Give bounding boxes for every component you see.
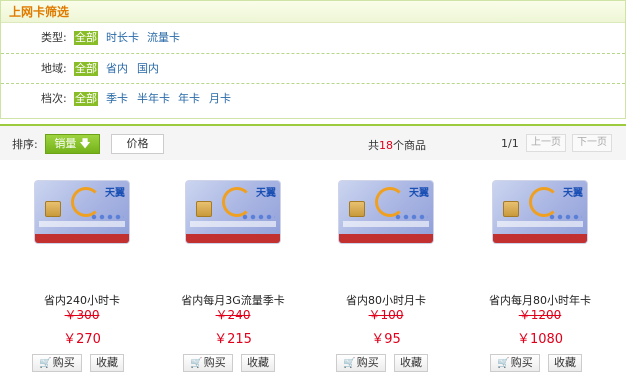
card-dots — [394, 213, 428, 221]
card-band — [497, 221, 583, 227]
card-band — [343, 221, 429, 227]
total-count: 共18个商品 — [368, 137, 426, 153]
product-item: 天翼 省内80小时月卡 ￥100 ￥95 🛒购买 收藏 — [330, 180, 470, 380]
favorite-button[interactable]: 收藏 — [394, 354, 428, 372]
arrow-down-icon: 🡇 — [79, 137, 91, 150]
filter-label-region: 地域: — [41, 62, 67, 75]
product-original-price: ￥300 — [64, 308, 100, 322]
buy-button[interactable]: 🛒购买 — [490, 354, 540, 372]
filter-row-type: 类型: 全部 时长卡 流量卡 — [1, 23, 625, 53]
page-info: 1/1 — [501, 137, 519, 150]
card-band — [39, 221, 125, 227]
buy-label: 购买 — [52, 356, 75, 369]
filter-label-tier: 档次: — [41, 92, 67, 105]
sim-chip-icon — [349, 201, 365, 217]
cart-icon: 🛒 — [39, 358, 52, 369]
filter-label-type: 类型: — [41, 31, 67, 44]
product-item: 天翼 省内每月80小时年卡 ￥1200 ￥1080 🛒购买 收藏 — [484, 180, 624, 380]
card-stripe — [339, 234, 433, 243]
filter-title: 上网卡筛选 — [9, 5, 70, 19]
card-dots — [241, 213, 275, 221]
sort-sales-label: 销量 — [54, 137, 77, 150]
next-page-button[interactable]: 下一页 — [572, 134, 612, 152]
product-image[interactable]: 天翼 — [34, 180, 130, 244]
filter-row-region: 地域: 全部 省内 国内 — [1, 53, 625, 83]
favorite-button[interactable]: 收藏 — [241, 354, 275, 372]
product-image[interactable]: 天翼 — [492, 180, 588, 244]
buy-label: 购买 — [510, 356, 533, 369]
buy-button[interactable]: 🛒购买 — [32, 354, 82, 372]
cart-icon: 🛒 — [190, 358, 203, 369]
filter-option-type-duration[interactable]: 时长卡 — [105, 31, 140, 45]
card-brand: 天翼 — [256, 188, 276, 199]
card-band — [190, 221, 276, 227]
total-suffix: 个商品 — [393, 139, 426, 152]
sim-chip-icon — [503, 201, 519, 217]
buy-label: 购买 — [356, 356, 379, 369]
card-stripe — [35, 234, 129, 243]
sim-chip-icon — [45, 201, 61, 217]
product-original-price: ￥100 — [368, 308, 404, 322]
card-stripe — [186, 234, 280, 243]
filter-option-region-province[interactable]: 省内 — [105, 62, 129, 76]
product-image[interactable]: 天翼 — [185, 180, 281, 244]
filter-option-type-all[interactable]: 全部 — [74, 31, 98, 45]
total-number: 18 — [379, 139, 393, 152]
product-original-price: ￥1200 — [518, 308, 562, 322]
buy-button[interactable]: 🛒购买 — [336, 354, 386, 372]
product-item: 天翼 省内240小时卡 ￥300 ￥270 🛒购买 收藏 — [26, 180, 166, 380]
product-price: ￥270 — [63, 332, 101, 347]
favorite-button[interactable]: 收藏 — [548, 354, 582, 372]
buy-label: 购买 — [203, 356, 226, 369]
card-brand: 天翼 — [105, 188, 125, 199]
filter-option-region-national[interactable]: 国内 — [136, 62, 160, 76]
card-dots — [90, 213, 124, 221]
product-price: ￥95 — [371, 332, 401, 347]
total-prefix: 共 — [368, 139, 379, 152]
filter-panel: 上网卡筛选 类型: 全部 时长卡 流量卡 地域: 全部 省内 国内 档次: 全部… — [0, 0, 626, 119]
filter-option-region-all[interactable]: 全部 — [74, 62, 98, 76]
sim-chip-icon — [196, 201, 212, 217]
filter-row-tier: 档次: 全部 季卡 半年卡 年卡 月卡 — [1, 83, 625, 113]
product-item: 天翼 省内每月3G流量季卡 ￥240 ￥215 🛒购买 收藏 — [177, 180, 317, 380]
filter-option-tier-halfyear[interactable]: 半年卡 — [136, 92, 171, 106]
filter-option-tier-quarter[interactable]: 季卡 — [105, 92, 129, 106]
prev-page-button[interactable]: 上一页 — [526, 134, 566, 152]
card-dots — [548, 213, 582, 221]
cart-icon: 🛒 — [497, 358, 510, 369]
filter-option-tier-all[interactable]: 全部 — [74, 92, 98, 106]
filter-option-tier-year[interactable]: 年卡 — [177, 92, 201, 106]
favorite-button[interactable]: 收藏 — [90, 354, 124, 372]
sort-by-sales-button[interactable]: 销量 🡇 — [45, 134, 100, 154]
filter-option-type-data[interactable]: 流量卡 — [146, 31, 181, 45]
card-brand: 天翼 — [563, 188, 583, 199]
card-stripe — [493, 234, 587, 243]
cart-icon: 🛒 — [343, 358, 356, 369]
product-image[interactable]: 天翼 — [338, 180, 434, 244]
card-brand: 天翼 — [409, 188, 429, 199]
product-price: ￥1080 — [516, 332, 564, 347]
buy-button[interactable]: 🛒购买 — [183, 354, 233, 372]
product-price: ￥215 — [214, 332, 252, 347]
filter-option-tier-month[interactable]: 月卡 — [208, 92, 232, 106]
sort-bar: 排序: 销量 🡇 价格 共18个商品 1/1 上一页 下一页 — [0, 124, 626, 160]
sort-label: 排序: — [12, 138, 38, 151]
product-original-price: ￥240 — [215, 308, 251, 322]
filter-header: 上网卡筛选 — [1, 1, 625, 23]
sort-by-price-button[interactable]: 价格 — [111, 134, 164, 154]
